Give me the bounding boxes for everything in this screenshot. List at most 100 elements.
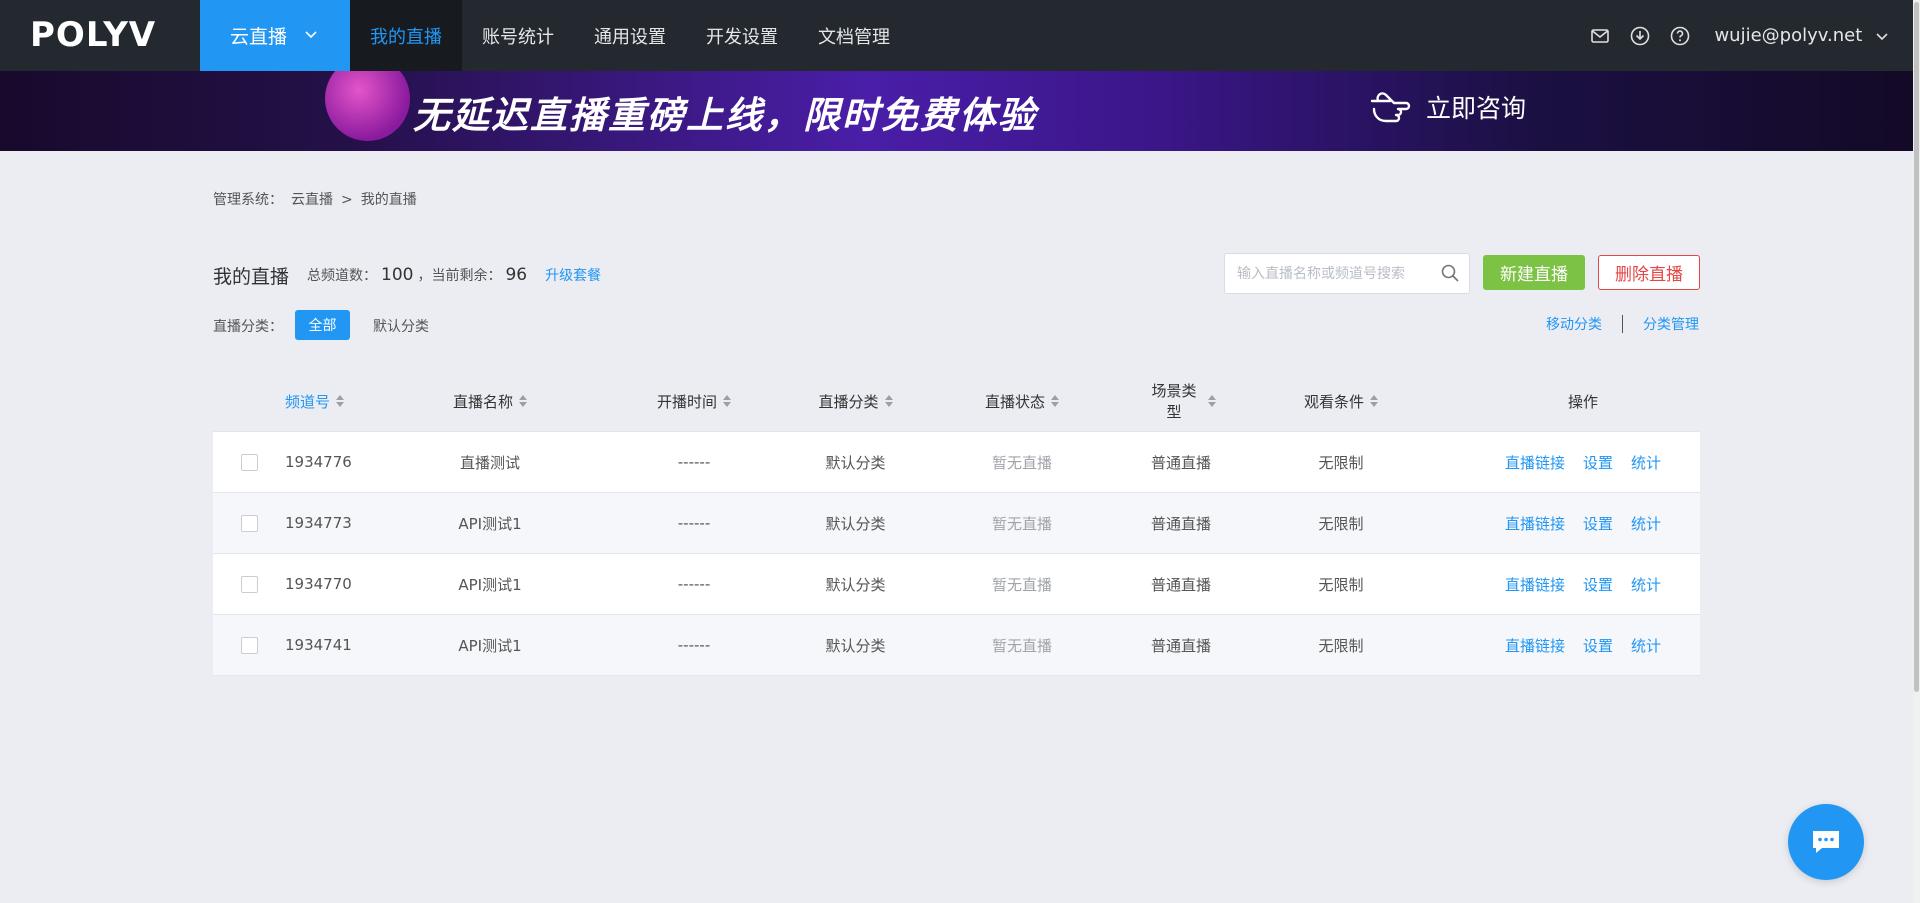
col-name-header[interactable]: 直播名称 bbox=[405, 391, 575, 412]
search-input[interactable] bbox=[1225, 254, 1430, 293]
settings-link[interactable]: 设置 bbox=[1583, 452, 1613, 473]
total-label: 总频道数： bbox=[307, 268, 377, 284]
cell-start-time: ------ bbox=[677, 575, 711, 593]
cell-ops: 直播链接 设置 统计 bbox=[1466, 574, 1700, 595]
col-category-header[interactable]: 直播分类 bbox=[813, 391, 898, 412]
divider bbox=[1622, 315, 1623, 333]
user-menu[interactable]: wujie@polyv.net bbox=[1714, 25, 1888, 46]
col-channel-label: 频道号 bbox=[285, 392, 331, 411]
delete-live-button[interactable]: 删除直播 bbox=[1598, 255, 1700, 290]
col-scene-label: 场景类型 bbox=[1151, 382, 1197, 421]
cell-channel: 1934741 bbox=[285, 636, 352, 654]
upgrade-plan-link[interactable]: 升级套餐 bbox=[545, 265, 601, 285]
settings-link[interactable]: 设置 bbox=[1583, 574, 1613, 595]
sort-icon[interactable] bbox=[1051, 394, 1059, 408]
sort-icon[interactable] bbox=[336, 394, 345, 408]
page-title: 我的直播 bbox=[213, 266, 290, 288]
cell-status: 暂无直播 bbox=[991, 453, 1052, 472]
nav-dev-settings[interactable]: 开发设置 bbox=[686, 0, 798, 71]
settings-link[interactable]: 设置 bbox=[1583, 513, 1613, 534]
cell-start-time: ------ bbox=[677, 636, 711, 654]
live-link-button[interactable]: 直播链接 bbox=[1505, 635, 1565, 656]
table-header: 频道号 直播名称 开播时间 直播分类 直播状态 场景类型 观看条件 操作 bbox=[213, 371, 1700, 432]
cell-scene: 普通直播 bbox=[1150, 575, 1211, 594]
settings-link[interactable]: 设置 bbox=[1583, 635, 1613, 656]
cell-ops: 直播链接 设置 统计 bbox=[1466, 452, 1700, 473]
live-link-button[interactable]: 直播链接 bbox=[1505, 513, 1565, 534]
cell-status: 暂无直播 bbox=[991, 636, 1052, 655]
stats-link[interactable]: 统计 bbox=[1631, 513, 1661, 534]
row-checkbox[interactable] bbox=[240, 514, 258, 532]
category-default-tab[interactable]: 默认分类 bbox=[373, 316, 429, 336]
col-scene-header[interactable]: 场景类型 bbox=[1146, 380, 1216, 422]
cell-category: 默认分类 bbox=[825, 514, 886, 533]
cell-start-time: ------ bbox=[677, 453, 711, 471]
main-nav: 我的直播 账号统计 通用设置 开发设置 文档管理 bbox=[350, 0, 910, 71]
stats-link[interactable]: 统计 bbox=[1631, 635, 1661, 656]
cell-watch: 无限制 bbox=[1318, 636, 1364, 655]
stats-link[interactable]: 统计 bbox=[1631, 452, 1661, 473]
live-link-button[interactable]: 直播链接 bbox=[1505, 452, 1565, 473]
manage-category-link[interactable]: 分类管理 bbox=[1643, 314, 1699, 334]
search-box bbox=[1224, 253, 1470, 294]
col-channel-header[interactable]: 频道号 bbox=[285, 391, 405, 412]
live-link-button[interactable]: 直播链接 bbox=[1505, 574, 1565, 595]
scrollbar-thumb[interactable] bbox=[1914, 2, 1919, 692]
cell-ops: 直播链接 设置 统计 bbox=[1466, 635, 1700, 656]
page-scrollbar[interactable] bbox=[1913, 0, 1920, 903]
nav-my-live[interactable]: 我的直播 bbox=[350, 0, 462, 71]
cell-channel: 1934773 bbox=[285, 514, 352, 532]
row-checkbox[interactable] bbox=[240, 636, 258, 654]
col-category-label: 直播分类 bbox=[818, 392, 879, 411]
cell-category: 默认分类 bbox=[825, 453, 886, 472]
product-switcher[interactable]: 云直播 bbox=[200, 0, 350, 71]
new-live-button[interactable]: 新建直播 bbox=[1483, 255, 1585, 290]
mail-icon[interactable] bbox=[1590, 26, 1610, 46]
row-checkbox[interactable] bbox=[240, 453, 258, 471]
download-icon[interactable] bbox=[1630, 26, 1650, 46]
live-channel-table: 频道号 直播名称 开播时间 直播分类 直播状态 场景类型 观看条件 操作 193… bbox=[213, 371, 1700, 676]
channel-quota: 总频道数： 100 ，当前剩余： 96 升级套餐 bbox=[307, 265, 601, 285]
sort-icon[interactable] bbox=[1208, 394, 1216, 408]
cell-channel: 1934770 bbox=[285, 575, 352, 593]
nav-account-stats[interactable]: 账号统计 bbox=[462, 0, 574, 71]
banner-cta-label: 立即咨询 bbox=[1426, 94, 1527, 123]
row-checkbox[interactable] bbox=[240, 575, 258, 593]
breadcrumb-prefix: 管理系统： bbox=[213, 192, 283, 208]
row-checkbox-cell bbox=[213, 453, 285, 471]
search-icon[interactable] bbox=[1441, 264, 1459, 286]
nav-general-settings[interactable]: 通用设置 bbox=[574, 0, 686, 71]
cell-status: 暂无直播 bbox=[991, 514, 1052, 533]
stats-link[interactable]: 统计 bbox=[1631, 574, 1661, 595]
cell-watch: 无限制 bbox=[1318, 575, 1364, 594]
top-right-tools: wujie@polyv.net bbox=[1590, 0, 1888, 71]
cell-scene: 普通直播 bbox=[1150, 514, 1211, 533]
sort-icon[interactable] bbox=[1370, 394, 1378, 408]
sort-icon[interactable] bbox=[519, 394, 527, 408]
sort-icon[interactable] bbox=[884, 394, 893, 408]
product-label: 云直播 bbox=[230, 26, 288, 48]
pointing-hand-icon bbox=[1370, 92, 1411, 123]
total-count: 100 bbox=[381, 265, 414, 285]
banner-cta[interactable]: 立即咨询 bbox=[1368, 87, 1526, 127]
chat-support-button[interactable] bbox=[1788, 804, 1864, 880]
col-time-header[interactable]: 开播时间 bbox=[575, 391, 813, 412]
col-status-header[interactable]: 直播状态 bbox=[898, 391, 1146, 412]
sort-icon[interactable] bbox=[723, 394, 731, 408]
polyv-logo[interactable]: POLYV bbox=[30, 15, 156, 55]
category-all-tab[interactable]: 全部 bbox=[295, 310, 350, 340]
cell-category: 默认分类 bbox=[825, 636, 886, 655]
help-icon[interactable] bbox=[1670, 26, 1690, 46]
table-row: 1934741 API测试1 ------ 默认分类 暂无直播 普通直播 无限制… bbox=[213, 615, 1700, 676]
user-email: wujie@polyv.net bbox=[1714, 25, 1863, 46]
breadcrumb-my-live: 我的直播 bbox=[360, 192, 417, 208]
cell-name: API测试1 bbox=[458, 514, 522, 533]
breadcrumb-cloud-live[interactable]: 云直播 bbox=[291, 192, 333, 208]
top-navbar: POLYV 云直播 我的直播 账号统计 通用设置 开发设置 文档管理 wujie… bbox=[0, 0, 1920, 71]
chevron-down-icon bbox=[305, 28, 317, 43]
move-category-link[interactable]: 移动分类 bbox=[1546, 314, 1602, 334]
col-watch-header[interactable]: 观看条件 bbox=[1216, 391, 1466, 412]
col-status-label: 直播状态 bbox=[984, 392, 1045, 411]
nav-docs[interactable]: 文档管理 bbox=[798, 0, 910, 71]
promo-banner[interactable]: 无延迟直播重磅上线，限时免费体验 立即咨询 bbox=[0, 71, 1920, 151]
